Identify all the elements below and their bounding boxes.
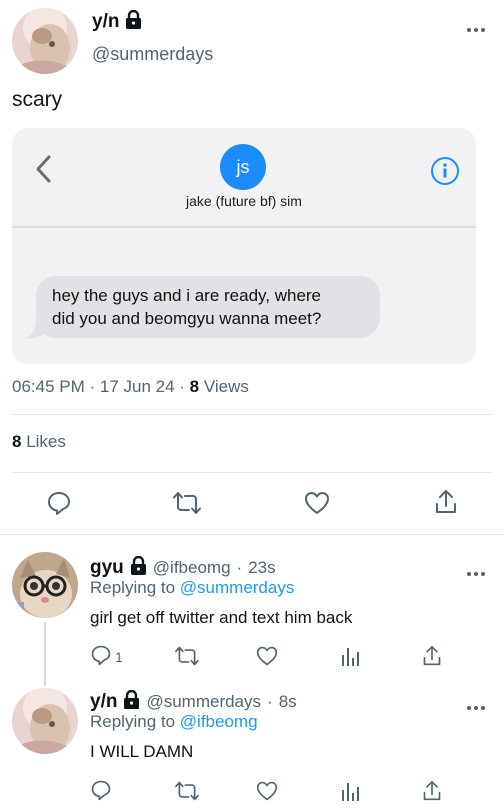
reply-button[interactable]: 1 — [90, 644, 123, 669]
likes-label: Likes — [21, 432, 66, 451]
retweet-icon[interactable] — [172, 490, 202, 516]
reply-author-row: y/n @summerdays · 8s — [90, 689, 297, 714]
share-icon[interactable] — [422, 779, 442, 803]
divider — [12, 472, 492, 473]
heart-icon[interactable] — [256, 645, 278, 667]
author-handle[interactable]: @summerdays — [146, 692, 261, 712]
views-label: Views — [199, 377, 249, 396]
share-icon[interactable] — [434, 488, 458, 516]
reply-count: 1 — [115, 648, 123, 665]
retweet-icon[interactable] — [174, 645, 200, 667]
avatar-image — [12, 552, 78, 618]
display-name[interactable]: y/n — [92, 11, 119, 33]
replying-prefix: Replying to — [90, 578, 180, 597]
replying-to-link[interactable]: @summerdays — [180, 578, 295, 597]
timestamp[interactable]: 06:45 PM · 17 Jun 24 · — [12, 377, 190, 396]
message-line-1: hey the guys and i are ready, where — [52, 286, 322, 305]
info-icon — [430, 156, 460, 191]
lock-icon — [123, 689, 140, 714]
author-handle[interactable]: @summerdays — [92, 44, 213, 65]
avatar[interactable] — [12, 552, 78, 618]
attached-image[interactable]: js jake (future bf) sim hey the guys and… — [12, 128, 476, 364]
avatar-image — [12, 8, 78, 74]
replying-to-link[interactable]: @ifbeomg — [180, 712, 258, 731]
reply-time: 8s — [278, 692, 297, 711]
reply-author-row: gyu @ifbeomg · 23s — [90, 555, 276, 580]
contact-avatar: js — [220, 144, 266, 190]
separator-dot: · — [267, 692, 273, 711]
header-divider — [12, 226, 476, 228]
reply-time: 23s — [248, 558, 276, 577]
reply-icon — [90, 644, 112, 669]
display-name[interactable]: gyu — [90, 557, 124, 579]
replying-to: Replying to @ifbeomg — [90, 712, 258, 732]
author-handle[interactable]: @ifbeomg — [153, 558, 231, 578]
tweet-text: scary — [12, 88, 63, 111]
message-bubble: hey the guys and i are ready, where did … — [36, 276, 380, 338]
replying-prefix: Replying to — [90, 712, 180, 731]
reply-text: I WILL DAMN — [90, 742, 194, 761]
separator-dot: · — [236, 558, 243, 577]
lock-icon — [125, 9, 142, 34]
analytics-icon[interactable] — [340, 645, 360, 667]
replying-to: Replying to @summerdays — [90, 578, 294, 598]
reply-icon[interactable] — [46, 490, 72, 516]
display-name[interactable]: y/n — [90, 691, 117, 713]
reply-icon[interactable] — [90, 779, 112, 801]
more-icon[interactable] — [466, 564, 486, 582]
author-row: y/n — [92, 9, 142, 34]
likes-stat[interactable]: 8 Likes — [12, 432, 66, 452]
avatar-image — [12, 688, 78, 754]
reply-text: girl get off twitter and text him back — [90, 608, 353, 627]
views-count: 8 — [189, 377, 200, 396]
heart-icon[interactable] — [304, 490, 330, 516]
avatar[interactable] — [12, 8, 78, 74]
divider — [0, 534, 504, 535]
tweet-meta: 06:45 PM · 17 Jun 24 · 8 Views — [12, 377, 249, 397]
share-icon[interactable] — [422, 644, 442, 668]
thread-line — [44, 622, 46, 686]
heart-icon[interactable] — [256, 780, 278, 802]
lock-icon — [130, 555, 147, 580]
avatar[interactable] — [12, 688, 78, 754]
contact-name: jake (future bf) sim — [186, 193, 302, 209]
back-chevron-icon — [34, 154, 52, 189]
more-icon[interactable] — [466, 16, 486, 39]
more-icon[interactable] — [466, 698, 486, 716]
retweet-icon[interactable] — [174, 780, 200, 802]
message-line-2: did you and beomgyu wanna meet? — [52, 309, 322, 328]
analytics-icon[interactable] — [340, 780, 360, 802]
divider — [12, 414, 492, 415]
